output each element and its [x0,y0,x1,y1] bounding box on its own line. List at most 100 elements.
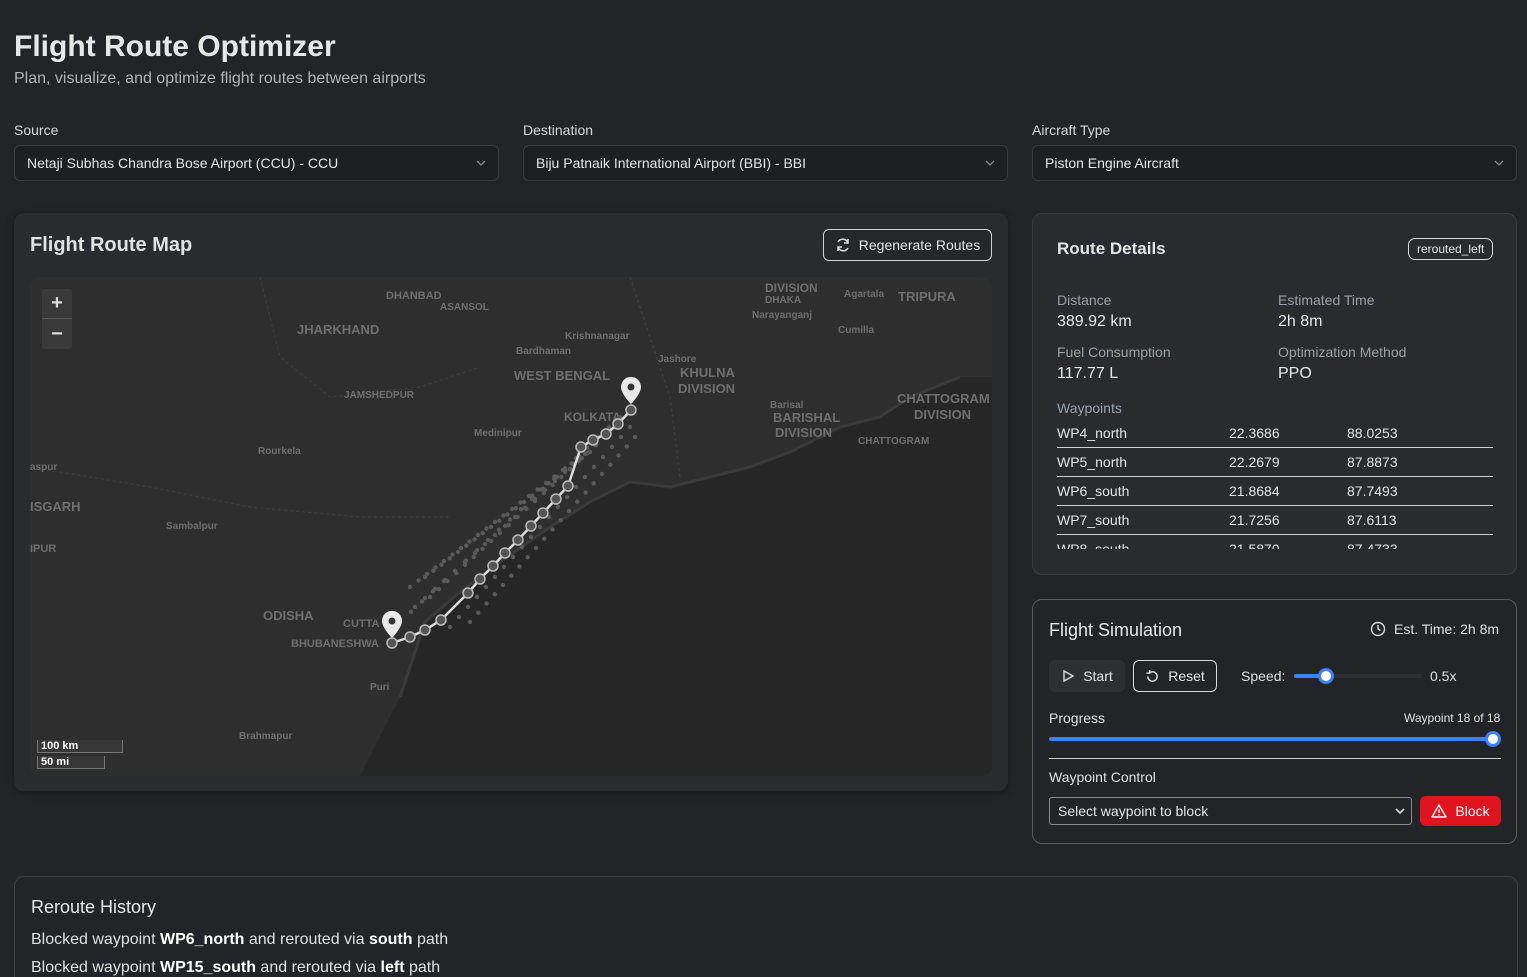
map-place-label: Sambalpur [166,521,218,532]
optimization-method-value: PPO [1278,365,1312,382]
zoom-in-button[interactable]: + [42,289,72,319]
zoom-out-button[interactable]: − [42,319,72,349]
source-select[interactable]: Netaji Subhas Chandra Bose Airport (CCU)… [14,145,499,181]
candidate-route-dot [591,464,597,470]
waypoint-marker [404,631,416,643]
reset-button[interactable]: Reset [1133,660,1217,692]
map-place-label: DIVISION [765,281,818,295]
map-place-label: DHAKA [765,295,801,306]
distance-label: Distance [1057,292,1112,308]
candidate-route-dot [476,610,481,615]
chevron-down-icon [476,160,486,166]
aircraft-select-value: Piston Engine Aircraft [1045,155,1179,171]
candidate-route-dot [432,586,438,592]
map-place-label: CHATTOGRAM [897,391,990,406]
candidate-route-dot [550,482,555,488]
map-place-label: Jashore [658,354,697,365]
candidate-route-dot [509,506,515,512]
waypoint-marker [575,441,587,453]
waypoint-marker [435,614,447,626]
waypoint-marker [419,624,431,636]
candidate-route-dot [627,424,633,430]
history-entry-prefix: Blocked waypoint [31,959,160,976]
map-place-label: aspur [30,462,57,473]
candidate-route-dot [505,512,510,517]
map-place-label: JAMSHEDPUR [344,390,415,401]
waypoints-label: Waypoints [1057,400,1122,416]
waypoint-marker [525,520,537,532]
table-row: WP8_south 21.5870 87.4733 [1057,535,1493,549]
aircraft-select[interactable]: Piston Engine Aircraft [1032,145,1517,181]
candidate-route-dot [559,474,564,480]
candidate-route-dot [564,494,570,500]
candidate-route-dot [608,462,613,467]
candidate-route-dot [475,532,481,538]
candidate-route-dot [483,584,489,590]
candidate-route-dot [484,526,489,531]
candidate-route-dot [583,490,588,495]
history-entry-suffix: path [412,931,449,948]
candidate-route-dot [573,484,579,490]
map-place-label: ISGARH [30,499,81,514]
candidate-route-dot [502,523,508,529]
simulation-title: Flight Simulation [1049,620,1183,640]
candidate-route-dot [433,565,438,570]
map-place-label: CHATTOGRAM [858,436,929,447]
waypoint-marker [537,507,549,519]
waypoint-lon: 88.0253 [1347,425,1398,441]
progress-slider[interactable] [1049,731,1501,747]
waypoint-marker [625,404,637,416]
play-icon [1063,669,1075,683]
progress-slider-thumb[interactable] [1485,731,1501,747]
flight-route-map[interactable]: DHANBAD ASANSOL DIVISION DHAKA Agartala … [30,277,992,776]
candidate-route-dot [518,500,523,505]
candidate-route-dot [416,578,421,583]
candidate-route-dot [537,524,543,530]
candidate-route-dot [462,562,468,568]
candidate-route-dot [555,504,561,510]
history-entry-prefix: Blocked waypoint [31,931,160,948]
map-place-label: IPUR [30,543,56,555]
start-button[interactable]: Start [1049,660,1125,692]
candidate-route-dot [582,474,588,480]
waypoint-block-select[interactable]: Select waypoint to block [1049,797,1412,825]
waypoints-table[interactable]: WP4_north 22.3686 88.0253 WP5_north 22.2… [1057,419,1493,549]
map-place-label: CUTTA [343,618,380,630]
candidate-route-dot [618,434,624,440]
map-canvas[interactable]: DHANBAD ASANSOL DIVISION DHAKA Agartala … [30,277,992,776]
waypoint-marker [462,587,474,599]
waypoint-name: WP4_north [1057,425,1128,441]
map-place-label: BHUBANESHWA [291,638,379,650]
destination-select[interactable]: Biju Patnaik International Airport (BBI)… [523,145,1008,181]
history-entry: Blocked waypoint WP6_north and rerouted … [31,931,448,949]
clock-icon [1370,621,1386,637]
map-place-label: Bardhaman [516,346,571,357]
candidate-route-dot [497,530,503,536]
waypoint-lon: 87.7493 [1347,483,1398,499]
candidate-route-dot [550,527,555,532]
candidate-route-dot [480,546,485,552]
source-label: Source [14,122,59,138]
candidate-route-dot [542,536,547,541]
waypoint-name: WP8_south [1057,541,1130,549]
candidate-route-dot [408,609,414,614]
candidate-route-dot [427,594,433,600]
table-row: WP6_south 21.8684 87.7493 [1057,477,1493,506]
block-button[interactable]: Block [1420,796,1501,826]
candidate-route-dot [501,564,507,570]
candidate-route-dot [472,550,478,556]
waypoint-name: WP7_south [1057,512,1130,528]
candidate-route-dot [467,619,473,625]
candidate-route-dot [474,594,480,600]
est-time-display: Est. Time: 2h 8m [1370,621,1499,637]
candidate-route-dot [569,461,574,466]
waypoint-lat: 21.5870 [1229,541,1280,549]
map-place-label: JHARKHAND [297,322,379,337]
waypoint-marker [499,547,511,559]
regenerate-routes-button[interactable]: Regenerate Routes [823,229,992,261]
waypoint-lat: 21.7256 [1229,512,1280,528]
map-place-label: DHANBAD [386,290,442,302]
speed-slider[interactable] [1294,668,1422,684]
candidate-route-dot [552,478,558,484]
speed-slider-thumb[interactable] [1318,668,1334,684]
